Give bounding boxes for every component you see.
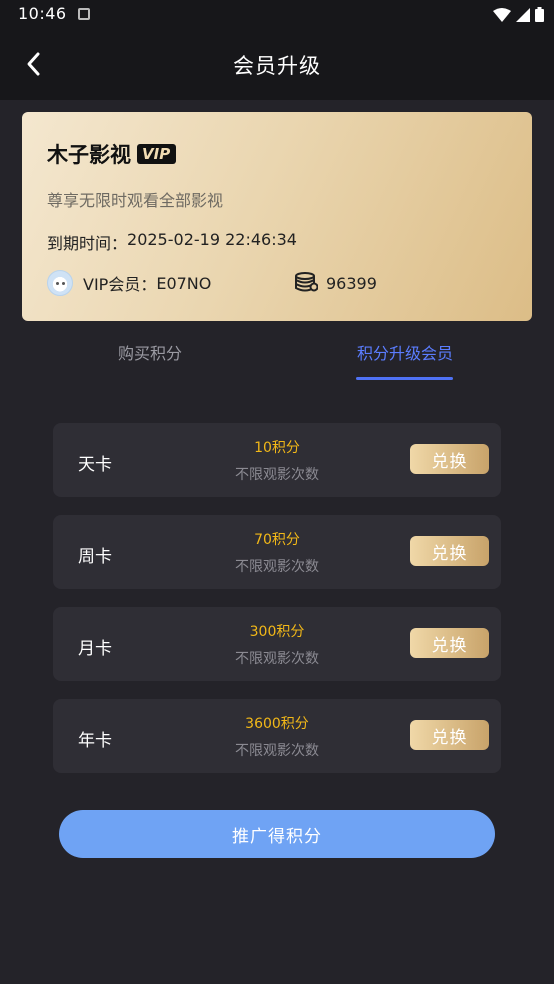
plan-card-day: 天卡 10积分 不限观影次数 兑换 xyxy=(53,423,501,497)
promote-earn-points-button[interactable]: 推广得积分 xyxy=(59,810,495,858)
notification-icon xyxy=(78,8,90,20)
expiry-value: 2025-02-19 22:46:34 xyxy=(127,230,297,249)
vip-card: 木子影视 VIP 尊享无限时观看全部影视 到期时间： 2025-02-19 22… xyxy=(22,112,532,321)
status-bar: 10:46 xyxy=(0,0,554,30)
app-bar: 会员升级 xyxy=(0,30,554,100)
vip-badge: VIP xyxy=(137,144,177,164)
tab-buy-points[interactable]: 购买积分 xyxy=(118,340,182,364)
member-label: VIP会员： xyxy=(83,275,157,294)
plan-card-year: 年卡 3600积分 不限观影次数 兑换 xyxy=(53,699,501,773)
vip-title-row: 木子影视 VIP xyxy=(47,139,177,169)
battery-icon xyxy=(535,7,544,22)
plan-card-week: 周卡 70积分 不限观影次数 兑换 xyxy=(53,515,501,589)
signal-icon xyxy=(516,7,530,22)
avatar xyxy=(47,270,73,296)
expiry-row: 到期时间： 2025-02-19 22:46:34 xyxy=(47,230,297,254)
points-value: 96399 xyxy=(326,273,377,293)
tab-upgrade-membership[interactable]: 积分升级会员 xyxy=(357,340,453,364)
wifi-icon xyxy=(493,7,511,22)
points-balance: 96399 xyxy=(294,272,377,294)
app-name: 木子影视 xyxy=(47,143,131,167)
tab-bar: 购买积分 积分升级会员 xyxy=(0,330,554,385)
redeem-button[interactable]: 兑换 xyxy=(410,536,489,566)
redeem-button[interactable]: 兑换 xyxy=(410,720,489,750)
redeem-button[interactable]: 兑换 xyxy=(410,628,489,658)
status-time: 10:46 xyxy=(18,4,67,23)
vip-description: 尊享无限时观看全部影视 xyxy=(47,191,224,210)
coins-icon xyxy=(295,272,318,292)
page-title: 会员升级 xyxy=(233,54,321,78)
member-id: E07NO xyxy=(156,273,212,293)
status-icons xyxy=(493,7,544,22)
redeem-button[interactable]: 兑换 xyxy=(410,444,489,474)
tab-indicator xyxy=(356,377,453,380)
member-row: VIP会员： E07NO xyxy=(47,270,211,296)
plan-card-month: 月卡 300积分 不限观影次数 兑换 xyxy=(53,607,501,681)
expiry-label: 到期时间： xyxy=(47,234,128,253)
